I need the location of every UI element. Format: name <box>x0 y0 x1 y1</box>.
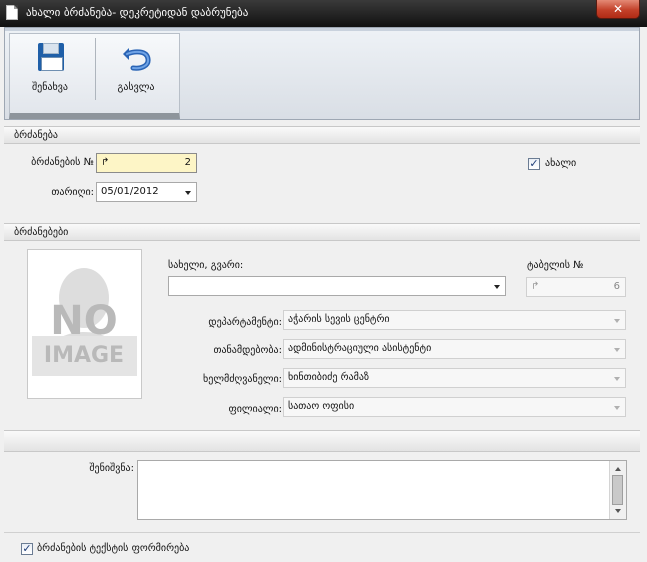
branch-label: ფილიალი: <box>228 404 282 415</box>
scroll-thumb[interactable] <box>612 475 623 505</box>
generate-text-label: ბრძანების ტექსტის ფორმირება <box>37 543 190 554</box>
chevron-down-icon[interactable] <box>185 191 191 195</box>
manager-value: ხინთიბიძე რამაზ <box>288 372 369 383</box>
dialog-window: ახალი ბრძანება- დეკრეტიდან დაბრუნება ✕ შ… <box>0 0 647 562</box>
notes-scrollbar[interactable] <box>609 461 626 519</box>
manager-label: ხელმძღვანელი: <box>203 374 282 385</box>
close-button[interactable]: ✕ <box>596 0 640 19</box>
floppy-disk-icon <box>38 43 64 71</box>
ribbon-group: შენახვა გასვლა <box>9 33 180 119</box>
ribbon-toolbar: შენახვა გასვლა <box>4 27 640 120</box>
position-value: ადმინისტრაციული ასისტენტი <box>288 343 432 354</box>
date-picker[interactable]: 05/01/2012 <box>96 182 197 202</box>
full-name-combo[interactable] <box>168 276 506 296</box>
tabel-number-value: 6 <box>613 281 620 292</box>
undo-arrow-icon <box>123 48 151 71</box>
exit-button-label: გასვლა <box>117 82 155 93</box>
window-title: ახალი ბრძანება- დეკრეტიდან დაბრუნება <box>26 6 249 19</box>
save-button-label: შენახვა <box>32 82 68 93</box>
employee-photo: NO IMAGE <box>27 249 142 399</box>
photo-text-1: NO <box>50 298 117 344</box>
orders-section-title: ბრძანებები <box>14 227 69 238</box>
order-section-title: ბრძანება <box>14 130 58 141</box>
redirect-icon: ↱ <box>101 157 110 168</box>
title-bar: ახალი ბრძანება- დეკრეტიდან დაბრუნება ✕ <box>0 0 647 27</box>
scroll-up-arrow-icon[interactable] <box>615 467 621 471</box>
new-checkbox[interactable]: ✓ <box>528 158 540 170</box>
new-checkbox-label: ახალი <box>545 158 577 169</box>
date-value: 05/01/2012 <box>101 186 159 197</box>
manager-combo: ხინთიბიძე რამაზ <box>283 368 626 388</box>
orders-section-header: ბრძანებები <box>4 223 640 241</box>
photo-text-2: IMAGE <box>44 343 124 368</box>
order-number-value: 2 <box>184 157 191 168</box>
order-section-header: ბრძანება <box>4 126 640 144</box>
branch-combo: სათაო ოფისი <box>283 397 626 417</box>
footer-divider <box>4 532 640 533</box>
chevron-down-icon <box>614 377 620 381</box>
branch-value: სათაო ოფისი <box>288 401 355 412</box>
tabel-number-label: ტაბელის № <box>527 260 584 271</box>
date-label: თარიღი: <box>51 187 94 198</box>
department-value: აჭარის სევის ცენტრი <box>288 314 390 325</box>
chevron-down-icon <box>614 406 620 410</box>
position-combo: ადმინისტრაციული ასისტენტი <box>283 339 626 359</box>
no-image-placeholder: NO IMAGE <box>32 268 137 376</box>
notes-section-header <box>4 430 640 452</box>
exit-button[interactable]: გასვლა <box>96 40 176 102</box>
chevron-down-icon <box>614 348 620 352</box>
full-name-label: სახელი, გვარი: <box>168 260 244 271</box>
generate-text-checkbox[interactable]: ✓ <box>21 543 33 555</box>
document-icon <box>6 5 18 20</box>
save-button[interactable]: შენახვა <box>10 40 90 102</box>
chevron-down-icon[interactable] <box>494 285 500 289</box>
department-label: დეპარტამენტი: <box>208 317 282 328</box>
department-combo: აჭარის სევის ცენტრი <box>283 310 626 330</box>
chevron-down-icon <box>614 319 620 323</box>
scroll-down-arrow-icon[interactable] <box>615 509 621 513</box>
notes-textarea[interactable] <box>137 460 627 520</box>
redirect-icon: ↱ <box>531 281 540 292</box>
position-label: თანამდებობა: <box>213 345 282 356</box>
ribbon-tab-strip <box>5 28 639 31</box>
tabel-number-field: ↱ 6 <box>526 277 626 297</box>
notes-label: შენიშვნა: <box>89 463 134 474</box>
order-number-label: ბრძანების № <box>31 157 94 168</box>
order-number-field[interactable]: ↱ 2 <box>96 153 197 173</box>
